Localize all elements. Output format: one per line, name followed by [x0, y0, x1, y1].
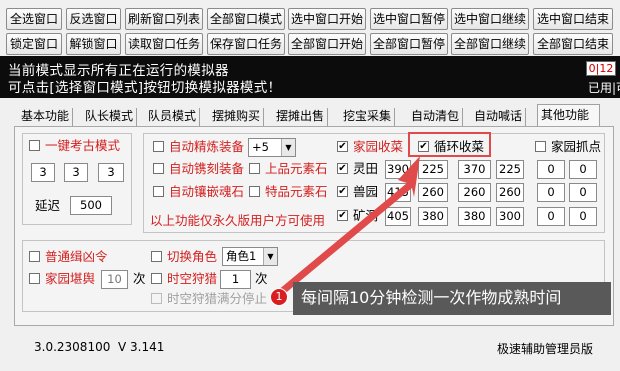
edition-label: 极速辅助管理员版	[497, 342, 594, 356]
annotation-arrow-icon	[277, 156, 420, 296]
annotation-tooltip: 每间隔10分钟检测一次作物成熟时间	[293, 282, 611, 315]
app-version: V 3.141	[118, 340, 165, 354]
step-badge: 1	[270, 288, 288, 306]
arrow-shape	[277, 156, 420, 296]
build-version: 3.0.2308100	[34, 340, 111, 354]
